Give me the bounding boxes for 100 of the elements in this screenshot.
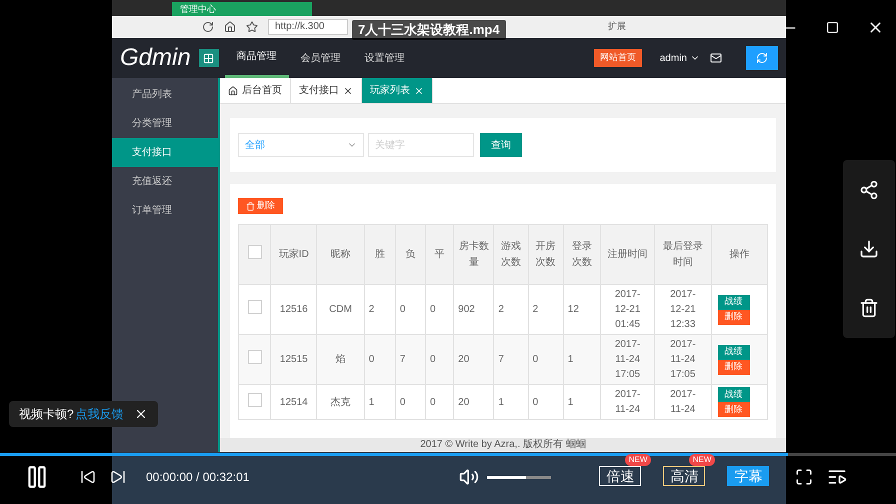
refresh-icon [756, 52, 768, 64]
table-cell-text: 12 [568, 303, 579, 317]
table-cell-text: 2 [532, 303, 538, 317]
site-home-button[interactable]: 网站首页 [594, 49, 642, 67]
page-footer: 2017 © Write by Azra,. 版权所有 蝈蝈 [220, 438, 786, 452]
checkbox[interactable] [248, 392, 262, 406]
delete-row-button[interactable]: 删除 [718, 310, 750, 324]
table-cell-text: 1 [568, 396, 574, 410]
user-menu[interactable]: admin [660, 50, 700, 66]
column-header: 注册时间 [608, 248, 648, 260]
home-icon[interactable] [224, 21, 236, 33]
trash-icon [246, 202, 255, 210]
refresh-button[interactable] [746, 46, 778, 70]
table-cell-text: 0 [400, 396, 406, 410]
table-cell-text: 7 [400, 353, 406, 367]
volume-track[interactable] [487, 476, 552, 478]
player-option-button[interactable]: 字幕 [727, 466, 770, 486]
volume-icon[interactable] [459, 467, 480, 487]
table-cell-text: 2017-11-24 17:05 [669, 338, 697, 382]
column-header: 负 [405, 248, 416, 260]
table-cell-text: 焰 [336, 353, 346, 367]
download-icon[interactable] [859, 238, 879, 259]
column-header: 最后登录时间 [662, 240, 703, 268]
video-title: 7人十三水架设教程.mp4 [352, 20, 506, 40]
table-cell-text: 杰克 [330, 396, 351, 410]
close-icon[interactable] [343, 86, 353, 96]
delete-row-button[interactable]: 删除 [718, 402, 750, 417]
checkbox[interactable] [248, 300, 262, 314]
record-button[interactable]: 战绩 [718, 387, 750, 402]
table-cell-text: 7 [498, 353, 504, 367]
table-cell-text: 12516 [280, 303, 308, 317]
table-cell-text: 0 [430, 396, 436, 410]
table-cell-text: 2017-11-24 [669, 388, 697, 417]
nav-tab[interactable]: 会员管理 [288, 38, 353, 78]
table-cell-text: 1 [498, 396, 504, 410]
star-icon[interactable] [246, 21, 258, 33]
extensions-menu[interactable]: 扩展 [608, 20, 626, 34]
table-cell-text: 0 [430, 303, 436, 317]
table-cell-text: 2017-12-21 01:45 [614, 288, 642, 332]
table-cell-text: 0 [532, 396, 538, 410]
sidebar-item[interactable]: 支付接口 [112, 138, 218, 167]
table-cell-text: 12515 [280, 353, 308, 367]
column-header: 玩家ID [278, 248, 309, 260]
brand-logo: Gdmin [119, 43, 192, 73]
column-header: 房卡数量 [458, 240, 489, 268]
table-cell-text: CDM [329, 303, 352, 317]
record-button[interactable]: 战绩 [718, 344, 750, 360]
table-cell-text: 2 [498, 303, 504, 317]
table-cell-text: 2017-11-24 [614, 388, 642, 417]
table-cell-text: 2017-12-21 12:33 [669, 288, 697, 332]
type-select[interactable]: 全部 [238, 133, 364, 157]
reload-icon[interactable] [202, 21, 214, 33]
table-cell-text: 20 [458, 396, 470, 410]
browser-tab[interactable]: 管理中心 [172, 2, 312, 16]
feedback-question: 视频卡顿? [19, 406, 74, 423]
query-button[interactable]: 查询 [480, 133, 522, 157]
table-cell-text: 2 [368, 303, 374, 317]
table-cell-text: 0 [400, 303, 406, 317]
address-field[interactable]: http://k.300 [268, 19, 348, 35]
sidebar-item[interactable]: 产品列表 [112, 80, 218, 109]
column-header: 登录次数 [572, 240, 592, 268]
table-cell-text: 902 [458, 303, 475, 317]
table-cell-text: 0 [532, 353, 538, 367]
fullscreen-icon[interactable] [795, 468, 814, 486]
trash-icon[interactable] [859, 298, 879, 318]
home-icon [228, 86, 238, 96]
table-cell-text: 0 [368, 353, 374, 367]
table-cell-text: 1 [568, 353, 574, 367]
playback-time: 00:00:00 / 00:32:01 [146, 469, 250, 486]
checkbox[interactable] [248, 350, 262, 364]
sidebar-item[interactable]: 分类管理 [112, 109, 218, 138]
previous-icon[interactable] [80, 469, 96, 485]
record-button[interactable]: 战绩 [718, 294, 750, 310]
column-header: 操作 [729, 248, 750, 260]
feedback-link[interactable]: 点我反馈 [76, 405, 124, 423]
table-cell-text: 12514 [280, 396, 308, 410]
page-tab[interactable]: 后台首页 [220, 78, 291, 103]
nav-tab[interactable]: 设置管理 [352, 38, 417, 78]
player-option-button[interactable]: 倍速 [599, 466, 642, 486]
table-cell-text: 2017-11-24 17:05 [614, 338, 642, 382]
share-icon[interactable] [859, 180, 879, 200]
sidebar-item[interactable]: 充值返还 [112, 167, 218, 196]
column-header: 平 [434, 248, 445, 260]
table-cell-text: 20 [458, 353, 470, 367]
column-header: 胜 [374, 248, 385, 260]
column-header: 游戏次数 [500, 240, 521, 268]
checkbox[interactable] [248, 245, 262, 259]
delete-button[interactable]: 删除 [238, 198, 283, 214]
table-cell-text: 1 [368, 396, 374, 410]
column-header: 昵称 [330, 248, 351, 260]
maximize-icon[interactable] [826, 21, 839, 34]
page-tab[interactable]: 玩家列表 [362, 78, 433, 103]
sidebar-item[interactable]: 订单管理 [112, 196, 218, 225]
column-header: 开房次数 [536, 240, 556, 268]
player-option-button[interactable]: 高清 [663, 466, 706, 486]
table-cell-text: 0 [430, 353, 436, 367]
mail-icon[interactable] [710, 52, 722, 64]
next-icon[interactable] [110, 469, 126, 485]
grid-icon[interactable] [198, 49, 219, 67]
delete-row-button[interactable]: 删除 [718, 360, 750, 374]
